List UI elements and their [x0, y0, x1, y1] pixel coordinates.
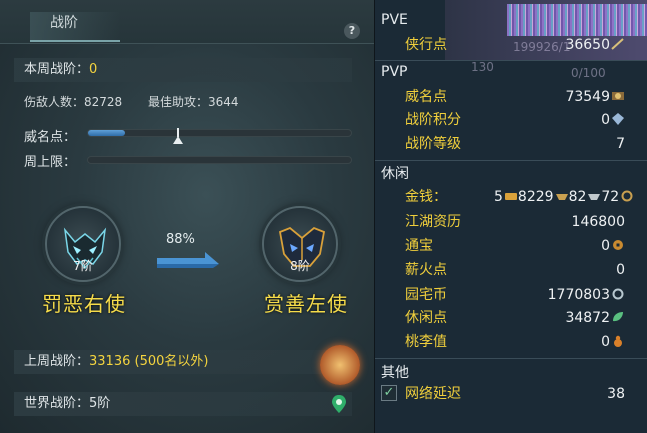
item-value: 0: [601, 331, 625, 353]
item-taoli: 桃李值 0: [405, 331, 625, 353]
next-rank-emblem[interactable]: 8阶: [262, 206, 338, 282]
money-label: 金钱：: [405, 189, 447, 205]
arrow-right-icon: [157, 252, 219, 268]
leaf-icon: [613, 312, 623, 322]
coin-icon: [613, 240, 623, 250]
prestige-icon: [612, 92, 624, 100]
network-latency-value: 38: [607, 386, 625, 402]
weekly-cap-label: 周上限：: [24, 155, 77, 170]
tab-battle-rank[interactable]: 战阶: [30, 12, 120, 42]
prestige-label: 威名点：: [24, 130, 77, 145]
section-other-title: 其他: [381, 365, 409, 381]
weekly-rank-label: 本周战阶：: [24, 62, 90, 77]
weekly-rank-row: 本周战阶：0: [14, 58, 352, 82]
next-tier: 8阶: [290, 259, 310, 273]
currency-panel: 199926/1 130 0/100 PVE 侠行点 36650 PVP 威名点…: [374, 0, 647, 433]
item-label: 威名点: [405, 89, 447, 105]
item-garden-coin: 园宅币 1770803: [405, 284, 625, 306]
prestige-bar-fill: [88, 130, 126, 136]
panel-header: 战阶 ?: [0, 0, 374, 44]
network-latency-checkbox[interactable]: ✓: [381, 385, 397, 401]
prestige-marker-icon: [173, 136, 184, 144]
progress-percent: 88%: [166, 232, 195, 247]
item-label: 休闲点: [405, 310, 447, 326]
silver-ingot-icon: [555, 194, 568, 200]
item-value: 36650: [565, 34, 625, 56]
world-rank-row: 世界战阶：5阶: [14, 392, 352, 416]
divider: [375, 358, 647, 359]
item-tongbao: 通宝 0: [405, 235, 625, 257]
item-network-latency: 网络延迟 38: [405, 383, 625, 405]
location-pin-icon[interactable]: [331, 394, 347, 414]
item-value: 0: [616, 262, 625, 278]
item-label: 侠行点: [405, 37, 447, 53]
item-value: 0: [601, 109, 625, 131]
item-label: 薪火点: [405, 262, 447, 278]
item-rank-level: 战阶等级 7: [405, 133, 625, 155]
decorative-stripes: [507, 4, 647, 36]
item-rank-points: 战阶积分 0: [405, 109, 625, 131]
battle-stats: 伤敌人数：82728 最佳助攻：3644: [24, 93, 261, 110]
section-pve-title: PVE: [381, 12, 408, 28]
silver-ingot-icon: [588, 194, 601, 200]
item-xiaxing: 侠行点 36650: [405, 34, 625, 56]
prestige-bar: [87, 128, 352, 144]
item-label: 通宝: [405, 238, 433, 254]
item-value: 1770803: [548, 284, 625, 306]
section-pvp-title: PVP: [381, 64, 408, 80]
reward-chest-icon[interactable]: [320, 345, 360, 385]
world-rank: 世界战阶：5阶: [24, 396, 111, 411]
item-value: 34872: [565, 307, 625, 329]
crystal-icon: [612, 113, 624, 125]
item-label: 桃李值: [405, 334, 447, 350]
last-week-label: 上周战阶：: [24, 354, 90, 369]
divider: [375, 60, 647, 61]
weekly-rank-value: 0: [89, 62, 98, 77]
current-rank-name: 罚恶右使: [42, 292, 126, 316]
help-icon[interactable]: ?: [344, 23, 360, 39]
item-jianghu: 江湖资历 146800: [405, 211, 625, 233]
ghost-text-b: 130: [471, 60, 494, 74]
current-rank-emblem[interactable]: 7阶: [45, 206, 121, 282]
item-value: 146800: [571, 214, 625, 230]
item-label: 战阶积分: [405, 112, 461, 128]
ghost-text-c: 0/100: [571, 66, 606, 80]
money-row: 金钱： 5 8229 82 72: [405, 186, 647, 208]
sword-icon: [611, 38, 624, 50]
gold-ingot-icon: [504, 193, 517, 200]
best-assist: 最佳助攻：3644: [148, 95, 239, 109]
item-value: 73549: [565, 86, 625, 108]
section-leisure-title: 休闲: [381, 166, 409, 182]
next-rank-name: 赏善左使: [264, 292, 348, 316]
item-label: 战阶等级: [405, 136, 461, 152]
network-latency-label: 网络延迟: [405, 386, 461, 402]
item-label: 园宅币: [405, 287, 447, 303]
item-value: 0: [601, 235, 625, 257]
item-leisure-points: 休闲点 34872: [405, 307, 625, 329]
injured-count: 伤敌人数：82728: [24, 95, 123, 109]
garden-coin-icon: [612, 288, 624, 300]
last-week-value: 33136 (500名以外): [89, 354, 209, 369]
item-xinhuo: 薪火点 0: [405, 259, 625, 281]
money-value: 5 8229 82 72: [494, 186, 634, 208]
current-tier: 7阶: [73, 259, 93, 273]
last-week-row: 上周战阶：33136 (500名以外): [14, 350, 352, 374]
divider: [375, 160, 647, 161]
item-label: 江湖资历: [405, 214, 461, 230]
gourd-icon: [614, 335, 622, 347]
copper-coin-icon: [621, 190, 633, 202]
weekly-cap-bar: [87, 156, 352, 164]
item-value: 7: [616, 136, 625, 152]
battle-rank-panel: 战阶 ? 本周战阶：0 伤敌人数：82728 最佳助攻：3644 威名点： 周上…: [0, 0, 374, 433]
item-prestige: 威名点 73549: [405, 86, 625, 108]
